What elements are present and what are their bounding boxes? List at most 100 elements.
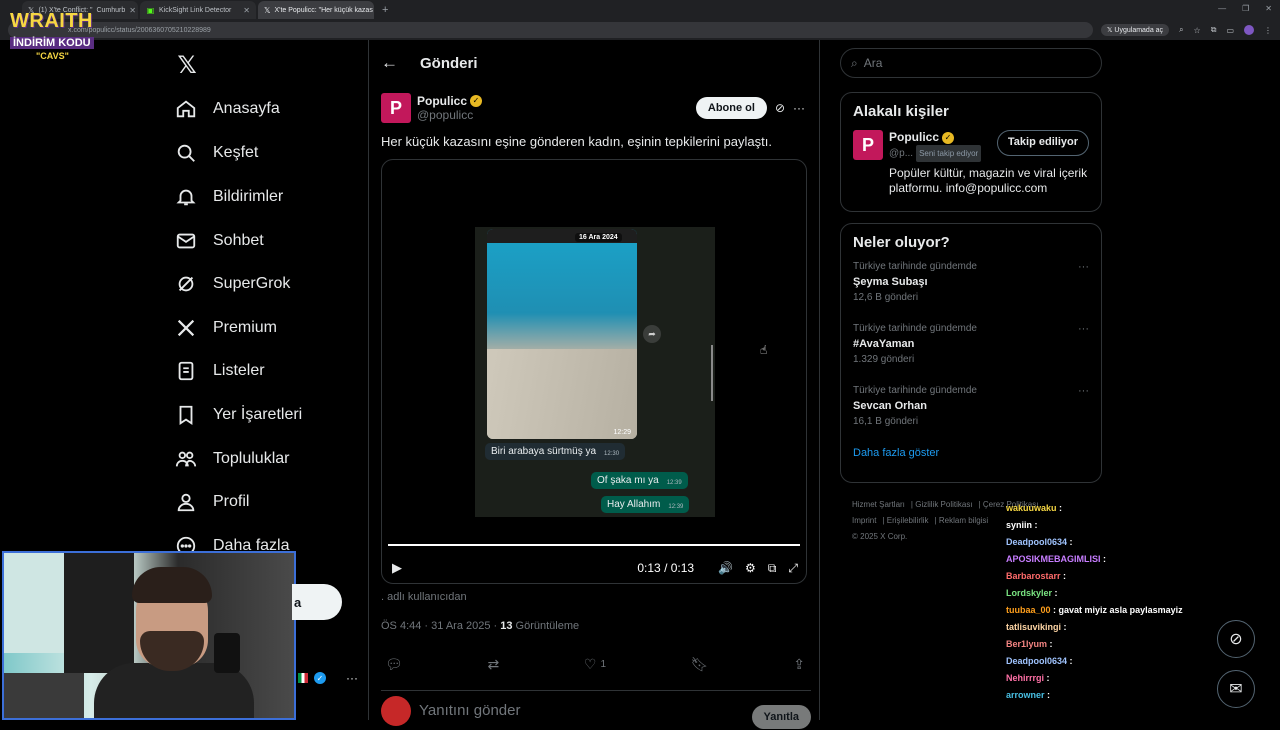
like-button[interactable]: ♡ 1 bbox=[584, 656, 606, 673]
sidebar-icon[interactable]: ▭ bbox=[1226, 26, 1234, 35]
tab-populicc[interactable]: 𝕏 X'te Populicc: "Her küçük kazas ✕ bbox=[258, 1, 374, 19]
x-logo-icon[interactable]: 𝕏 bbox=[170, 48, 204, 82]
sponsor-code: "CAVS" bbox=[36, 51, 69, 61]
open-in-app-button[interactable]: 𝕏 Uygulamada aç bbox=[1100, 24, 1170, 36]
trends-title: Neler oluyor? bbox=[853, 234, 950, 251]
post-button[interactable]: a bbox=[292, 584, 342, 620]
related-people-card: Alakalı kişiler P Populicc ✓ @p... Seni ta… bbox=[840, 92, 1102, 212]
author-name-row: Populicc ✓ bbox=[417, 94, 483, 108]
back-arrow-icon[interactable]: ← bbox=[381, 53, 398, 73]
post-header: ← Gönderi bbox=[369, 40, 819, 86]
grok-icon[interactable]: ⊘ bbox=[775, 101, 785, 115]
extensions-icon[interactable]: ⧉ bbox=[1211, 25, 1217, 35]
video-player[interactable]: 16 Ara 2024 12:29 ➦ Biri arabaya sürtmüş… bbox=[381, 159, 807, 584]
maximize-icon[interactable]: ❐ bbox=[1242, 4, 1249, 13]
footer-link[interactable]: Reklam bilgisi bbox=[939, 516, 988, 525]
nav-item-notifications[interactable]: Bildirimler bbox=[175, 185, 283, 209]
trend-item[interactable]: Türkiye tarihinde gündemde Şeyma Subaşı … bbox=[841, 261, 1101, 323]
author-avatar[interactable]: P bbox=[381, 93, 411, 123]
view-count: 13 bbox=[500, 620, 513, 632]
chat-bubble-time: 12:30 bbox=[604, 451, 620, 457]
webcam-hair bbox=[132, 567, 212, 603]
following-button[interactable]: Takip ediliyor bbox=[996, 130, 1089, 156]
more-options-icon[interactable]: ··· bbox=[793, 101, 805, 115]
menu-icon[interactable]: ⋮ bbox=[1264, 26, 1272, 35]
account-switcher[interactable]: ✓ ··· bbox=[298, 670, 358, 686]
footer-link[interactable]: Erişilebilirlik bbox=[887, 516, 929, 525]
minimize-icon[interactable]: — bbox=[1218, 4, 1226, 13]
address-bar[interactable]: x.com/populicc/status/200636070521022898… bbox=[8, 22, 1093, 38]
volume-icon[interactable]: 🔊 bbox=[718, 561, 733, 575]
nav-item-explore[interactable]: Keşfet bbox=[175, 141, 258, 165]
pip-icon[interactable]: ⧉ bbox=[768, 561, 777, 576]
tab-kicksight[interactable]: ▣ KickSight Link Detector ✕ bbox=[140, 1, 256, 19]
messages-float-button[interactable]: ✉ bbox=[1217, 670, 1255, 708]
settings-icon[interactable]: ⚙ bbox=[745, 561, 756, 575]
author-name[interactable]: Populicc bbox=[417, 94, 467, 108]
more-options-icon[interactable]: ··· bbox=[346, 671, 358, 685]
bookmark-button[interactable]: 🔖︎ bbox=[691, 656, 709, 673]
fullscreen-icon[interactable]: ⤢ bbox=[788, 561, 798, 576]
reply-submit-button[interactable]: Yanıtla bbox=[751, 704, 811, 729]
image-time: 12:29 bbox=[613, 429, 631, 436]
play-icon[interactable]: ▶ bbox=[392, 560, 402, 576]
people-icon bbox=[175, 451, 197, 467]
search-input[interactable]: ⌕ Ara bbox=[840, 48, 1102, 78]
nav-label: Profil bbox=[213, 493, 250, 510]
reply-input[interactable]: Yanıtını gönder bbox=[419, 702, 520, 719]
new-tab-button[interactable]: + bbox=[376, 4, 388, 16]
browser-chrome: 𝕏 (1) X'te Conflict: " Cumhurb ✕ ▣ KickS… bbox=[0, 0, 1280, 40]
related-avatar[interactable]: P bbox=[853, 130, 883, 160]
nav-label: Anasayfa bbox=[213, 100, 280, 117]
footer-link[interactable]: Imprint bbox=[852, 516, 876, 525]
reply-button[interactable]: 💬︎ bbox=[385, 656, 403, 673]
footer-link[interactable]: Gizlilik Politikası bbox=[915, 500, 972, 509]
mail-icon bbox=[176, 233, 196, 249]
author-handle[interactable]: @populicc bbox=[417, 108, 482, 122]
video-progress-bar[interactable] bbox=[388, 544, 800, 546]
profile-avatar[interactable] bbox=[1244, 25, 1254, 35]
repost-button[interactable]: ⇄ bbox=[487, 656, 499, 673]
zoom-icon[interactable]: ⌕ bbox=[1179, 25, 1183, 35]
car-photo: 16 Ara 2024 12:29 bbox=[487, 229, 637, 439]
nav-item-lists[interactable]: Listeler bbox=[175, 359, 265, 383]
nav-label: Bildirimler bbox=[213, 188, 284, 205]
tab-label-extra: Cumhurb bbox=[96, 6, 126, 14]
kick-icon: ▣ bbox=[146, 5, 155, 15]
trend-context: Türkiye tarihinde gündemde bbox=[853, 385, 977, 396]
chat-user: tatlisuvikingi bbox=[1006, 622, 1062, 632]
close-icon[interactable]: ✕ bbox=[129, 6, 136, 15]
x-icon: 𝕏 bbox=[264, 5, 271, 15]
grok-float-button[interactable]: ⊘ bbox=[1217, 620, 1255, 658]
address-bar-row: x.com/populicc/status/200636070521022898… bbox=[0, 20, 1280, 40]
nav-item-bookmarks[interactable]: Yer İşaretleri bbox=[175, 403, 302, 427]
star-icon[interactable]: ☆ bbox=[1194, 26, 1201, 35]
trend-item[interactable]: Türkiye tarihinde gündemde #AvaYaman 1.3… bbox=[841, 323, 1101, 385]
nav-item-home[interactable]: Anasayfa bbox=[175, 97, 280, 121]
video-source-line[interactable]: . adlı kullanıcıdan bbox=[381, 591, 467, 603]
trend-name: Sevcan Orhan bbox=[853, 400, 927, 412]
close-icon[interactable]: ✕ bbox=[243, 6, 250, 15]
trend-item[interactable]: Türkiye tarihinde gündemde Sevcan Orhan … bbox=[841, 385, 1101, 447]
share-button[interactable]: ⇪ bbox=[793, 656, 805, 673]
nav-item-profile[interactable]: Profil bbox=[175, 490, 249, 514]
close-window-icon[interactable]: ✕ bbox=[1265, 4, 1272, 13]
home-icon bbox=[176, 100, 196, 118]
verified-badge-icon: ✓ bbox=[470, 95, 483, 107]
post-timestamp[interactable]: ÖS 4:44 · 31 Ara 2025 · bbox=[381, 620, 500, 632]
footer-link[interactable]: Hizmet Şartları bbox=[852, 500, 905, 509]
more-options-icon[interactable]: ··· bbox=[1078, 385, 1089, 397]
trend-count: 16,1 B gönderi bbox=[853, 416, 919, 427]
related-name[interactable]: Populicc bbox=[889, 130, 939, 145]
nav-item-supergrok[interactable]: SuperGrok bbox=[175, 272, 290, 296]
more-options-icon[interactable]: ··· bbox=[1078, 323, 1089, 335]
nav-item-chat[interactable]: Sohbet bbox=[175, 229, 264, 253]
sponsor-title: WRAITH bbox=[10, 10, 93, 32]
more-options-icon[interactable]: ··· bbox=[1078, 261, 1089, 273]
nav-item-premium[interactable]: Premium bbox=[175, 316, 277, 340]
chat-bubble-time: 12:39 bbox=[666, 480, 682, 486]
nav-item-communities[interactable]: Topluluklar bbox=[175, 447, 289, 471]
subscribe-button[interactable]: Abone ol bbox=[695, 97, 767, 119]
show-more-link[interactable]: Daha fazla göster bbox=[841, 447, 1101, 459]
post-actions: 💬︎ ⇄ ♡ 1 🔖︎ ⇪ bbox=[385, 656, 805, 673]
